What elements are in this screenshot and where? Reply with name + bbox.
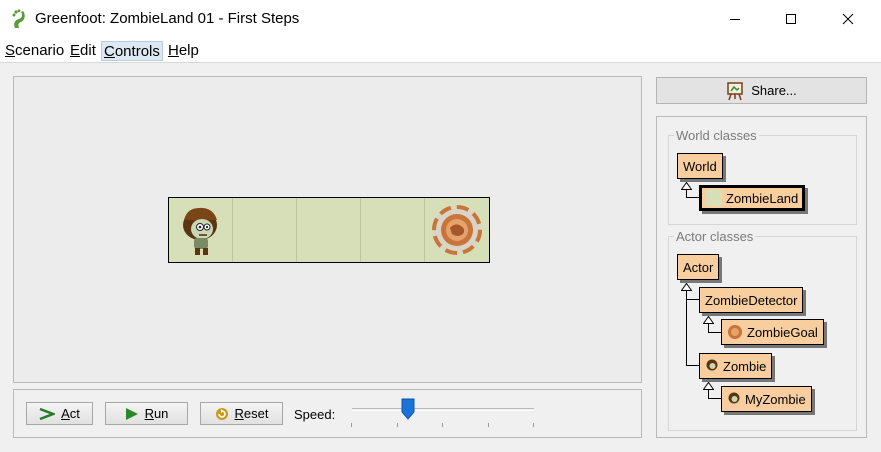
menu-scenario[interactable]: Scenario [3, 41, 66, 61]
play-icon [125, 407, 138, 420]
world-cell[interactable] [297, 198, 361, 262]
greenfoot-foot-icon [12, 9, 25, 28]
speed-slider[interactable] [352, 408, 534, 411]
speed-tick [533, 423, 534, 427]
speed-tick [442, 423, 443, 427]
run-button[interactable]: Run [105, 402, 188, 425]
window-title: Greenfoot: ZombieLand 01 - First Steps [35, 10, 300, 27]
menu-help[interactable]: Help [166, 41, 201, 61]
minimize-icon [730, 19, 740, 20]
speed-label: Speed: [294, 407, 336, 422]
speed-tick [351, 423, 352, 427]
tree-connector [686, 300, 700, 366]
menu-bar: Scenario Edit Controls Help [0, 38, 881, 63]
close-icon [842, 13, 854, 25]
menu-edit[interactable]: Edit [68, 41, 98, 61]
world-classes-group: World classes [668, 128, 857, 225]
class-zombieland[interactable]: ZombieLand [699, 185, 806, 211]
zombie-goal-icon[interactable] [425, 198, 489, 262]
share-button[interactable]: Share... [656, 77, 867, 104]
share-label: Share... [751, 83, 797, 98]
world-cell[interactable] [233, 198, 297, 262]
tree-connector [686, 189, 700, 198]
inheritance-arrow-icon [703, 316, 714, 324]
class-myzombie[interactable]: MyZombie [721, 386, 812, 412]
reset-button[interactable]: Reset [200, 402, 283, 425]
easel-icon [727, 81, 743, 100]
inheritance-arrow-icon [681, 283, 692, 291]
execution-controls: Act Run Reset Speed: [13, 389, 642, 438]
speed-tick [397, 423, 398, 427]
zombie-icon [728, 392, 740, 404]
world-classes-title: World classes [674, 128, 759, 143]
class-zombie[interactable]: Zombie [699, 353, 773, 379]
maximize-icon [786, 14, 796, 24]
class-actor[interactable]: Actor [677, 254, 720, 280]
world-cell[interactable] [169, 198, 233, 262]
inheritance-arrow-icon [703, 382, 714, 390]
actor-classes-title: Actor classes [674, 229, 756, 244]
zombie-icon [706, 359, 718, 371]
speed-slider-thumb[interactable] [401, 398, 415, 420]
menu-controls[interactable]: Controls [101, 41, 163, 61]
class-browser: World classes Actor classes World Zombie… [656, 116, 867, 438]
tree-connector [708, 390, 722, 399]
step-arrow-icon [39, 407, 56, 420]
world-grid[interactable] [168, 197, 490, 263]
world-cell[interactable] [425, 198, 489, 262]
act-button[interactable]: Act [26, 402, 93, 425]
close-button[interactable] [825, 0, 871, 38]
tree-connector [708, 324, 722, 333]
reset-icon [215, 407, 228, 420]
tree-connector [686, 291, 700, 300]
minimize-button[interactable] [712, 0, 758, 38]
maximize-button[interactable] [768, 0, 814, 38]
zombieland-thumb-icon [706, 190, 722, 206]
world-cell[interactable] [361, 198, 425, 262]
class-zombiegoal[interactable]: ZombieGoal [721, 319, 824, 345]
world-view [13, 76, 642, 383]
zombie-goal-icon [728, 325, 742, 339]
title-bar: Greenfoot: ZombieLand 01 - First Steps [0, 0, 881, 38]
speed-tick [488, 423, 489, 427]
zombie-icon[interactable] [169, 198, 233, 262]
class-world[interactable]: World [677, 153, 723, 179]
class-zombiedetector[interactable]: ZombieDetector [699, 287, 804, 313]
